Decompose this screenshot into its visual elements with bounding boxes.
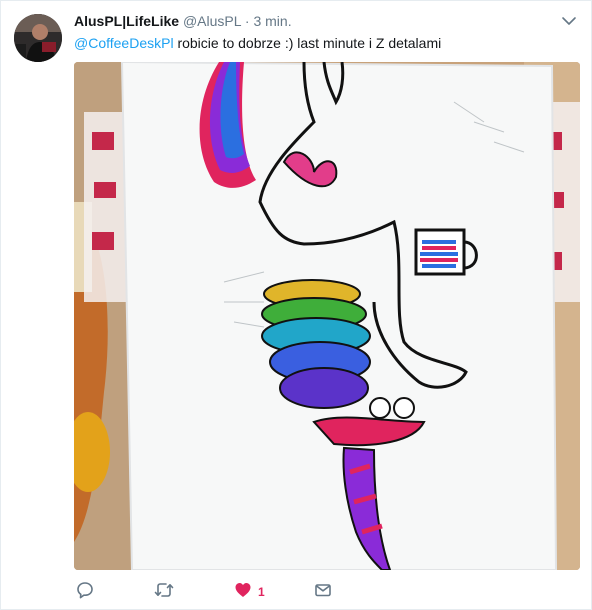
retweet-button[interactable] [154, 581, 174, 603]
tweet-photo[interactable] [74, 62, 580, 570]
like-count: 1 [258, 585, 265, 599]
like-button[interactable]: 1 [234, 581, 265, 603]
display-name[interactable]: AlusPL|LifeLike [74, 13, 179, 29]
chevron-down-icon[interactable] [561, 13, 577, 29]
speech-bubble-icon [76, 581, 94, 604]
photo-drawing [74, 62, 580, 570]
tweet-header: AlusPL|LifeLike @AlusPL · 3 min. [74, 12, 292, 30]
reply-button[interactable] [76, 581, 94, 603]
tweet-actions: 1 [74, 581, 374, 603]
user-handle[interactable]: @AlusPL [183, 13, 241, 29]
mention-link[interactable]: @CoffeeDeskPl [74, 35, 174, 51]
tweet-body: robicie to dobrze :) last minute i Z det… [173, 35, 442, 51]
tweet-text: @CoffeeDeskPl robicie to dobrze :) last … [74, 33, 441, 53]
avatar[interactable] [14, 14, 62, 62]
separator-dot: · [244, 13, 250, 29]
retweet-arrows-icon [154, 581, 174, 604]
envelope-icon [314, 581, 332, 604]
timestamp[interactable]: 3 min. [253, 13, 291, 29]
direct-message-button[interactable] [314, 581, 332, 603]
tweet-card: AlusPL|LifeLike @AlusPL · 3 min. @Coffee… [0, 0, 592, 610]
heart-icon [234, 581, 252, 604]
